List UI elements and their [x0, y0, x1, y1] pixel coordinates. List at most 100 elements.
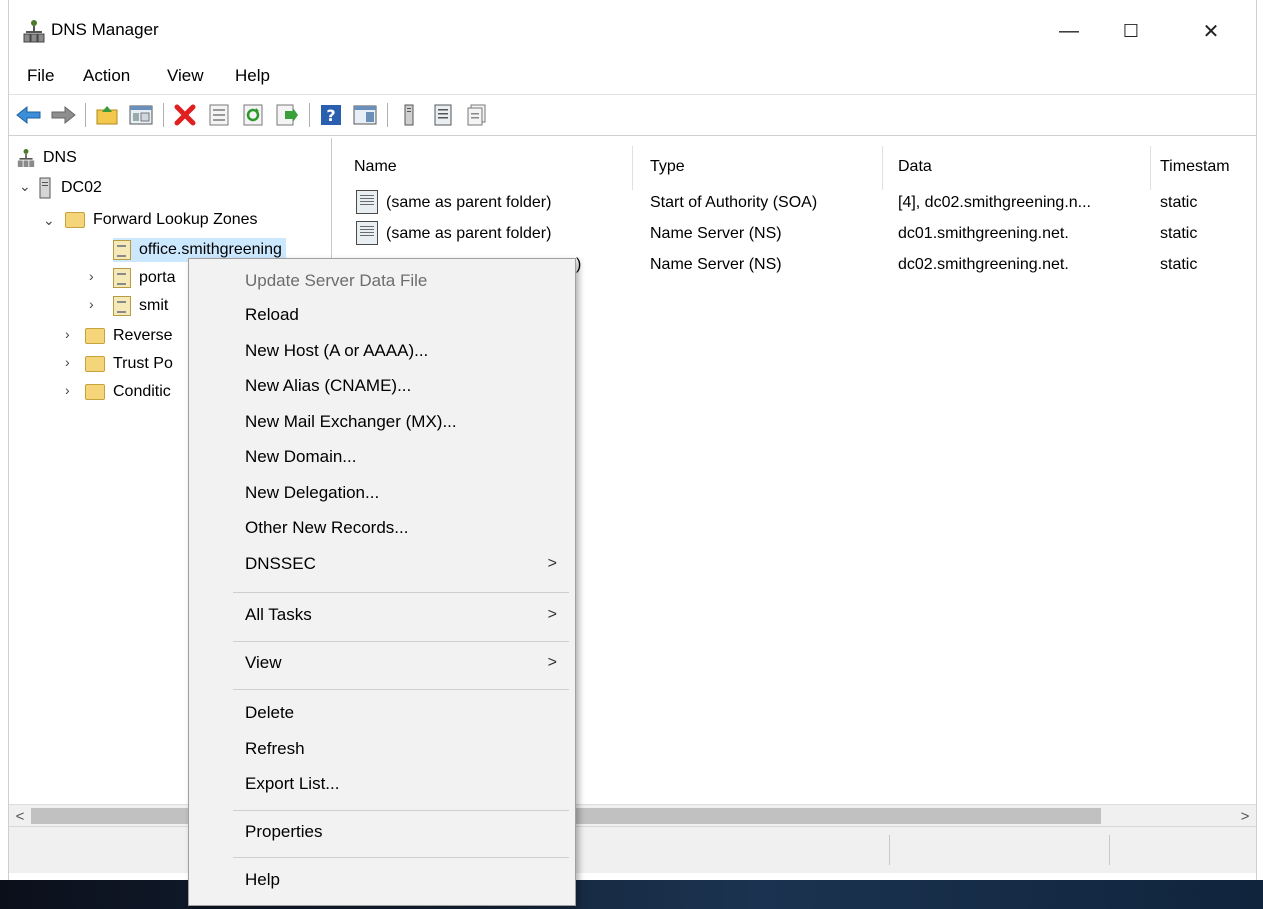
submenu-arrow-icon: > — [547, 555, 557, 572]
forward-icon[interactable] — [49, 101, 77, 129]
column-header-data[interactable]: Data — [898, 158, 932, 176]
folder-icon — [85, 384, 105, 400]
menu-file[interactable]: File — [27, 66, 54, 86]
tree-label: Trust Po — [113, 355, 173, 372]
menu-item-reload[interactable]: Reload — [245, 305, 299, 325]
menu-item-other-new-records[interactable]: Other New Records... — [245, 518, 408, 538]
status-divider — [889, 835, 890, 865]
column-divider[interactable] — [1150, 146, 1151, 190]
help-icon[interactable]: ? — [317, 101, 345, 129]
zone-icon — [113, 268, 131, 288]
status-divider — [1109, 835, 1110, 865]
menu-item-new-domain[interactable]: New Domain... — [245, 447, 356, 467]
tree-node-server[interactable]: DC02 — [39, 176, 102, 200]
toolbar-separator — [387, 103, 388, 127]
export-icon[interactable] — [273, 101, 301, 129]
column-header-timestamp[interactable]: Timestam — [1160, 158, 1230, 176]
title-bar: DNS Manager — ☐ ✕ — [9, 0, 1256, 62]
server-icon[interactable] — [395, 101, 423, 129]
menu-item-refresh[interactable]: Refresh — [245, 739, 305, 759]
chevron-right-icon[interactable]: › — [65, 326, 70, 342]
action-pane-icon[interactable] — [351, 101, 379, 129]
tree-node-reverse[interactable]: Reverse — [85, 324, 173, 348]
tree-label: smit — [139, 297, 169, 314]
column-divider[interactable] — [632, 146, 633, 190]
context-menu: Update Server Data File Reload New Host … — [188, 258, 576, 906]
chevron-right-icon[interactable]: › — [89, 296, 94, 312]
record-icon — [356, 190, 378, 214]
column-header-type[interactable]: Type — [650, 158, 685, 176]
menu-help[interactable]: Help — [235, 66, 270, 86]
menu-item-view[interactable]: View — [245, 653, 282, 673]
folder-icon — [85, 356, 105, 372]
record-timestamp: static — [1160, 225, 1198, 242]
menu-item-delete[interactable]: Delete — [245, 703, 294, 723]
record-type: Start of Authority (SOA) — [650, 194, 818, 211]
record-data: [4], dc02.smithgreening.n... — [898, 194, 1091, 211]
tree-node-trust-points[interactable]: Trust Po — [85, 352, 173, 376]
dns-icon — [17, 149, 35, 167]
show-hide-tree-icon[interactable] — [127, 101, 155, 129]
menu-item-export-list[interactable]: Export List... — [245, 774, 339, 794]
toolbar-separator — [309, 103, 310, 127]
dns-app-icon — [23, 20, 45, 43]
tree-node-forward-lookup-zones[interactable]: Forward Lookup Zones — [65, 208, 258, 232]
menu-item-new-delegation[interactable]: New Delegation... — [245, 483, 379, 503]
folder-icon — [85, 328, 105, 344]
menu-item-new-alias[interactable]: New Alias (CNAME)... — [245, 376, 411, 396]
up-folder-icon[interactable] — [93, 101, 121, 129]
back-icon[interactable] — [15, 101, 43, 129]
svg-text:?: ? — [326, 106, 335, 125]
record-type: Name Server (NS) — [650, 256, 782, 273]
menu-item-new-mail-exchanger[interactable]: New Mail Exchanger (MX)... — [245, 412, 457, 432]
tree-label: DC02 — [61, 179, 102, 196]
close-button[interactable]: ✕ — [1181, 10, 1241, 52]
record-name[interactable]: (same as parent folder) — [386, 194, 551, 212]
tree-node-zone-smit[interactable]: smit — [113, 294, 168, 318]
window-title: DNS Manager — [51, 20, 159, 39]
records-icon[interactable] — [463, 101, 491, 129]
submenu-arrow-icon: > — [547, 606, 557, 623]
menu-item-new-host[interactable]: New Host (A or AAAA)... — [245, 341, 428, 361]
record-type: Name Server (NS) — [650, 225, 782, 242]
record-name[interactable]: ) — [576, 256, 581, 274]
record-name[interactable]: (same as parent folder) — [386, 225, 551, 243]
menu-item-help[interactable]: Help — [245, 870, 280, 890]
tree-label: office.smithgreening — [139, 241, 282, 258]
tree-node-conditional[interactable]: Conditic — [85, 380, 171, 404]
menu-item-all-tasks[interactable]: All Tasks — [245, 605, 312, 625]
tree-label: Reverse — [113, 327, 173, 344]
zone-icon — [113, 296, 131, 316]
chevron-right-icon[interactable]: › — [65, 382, 70, 398]
toolbar-separator — [163, 103, 164, 127]
record-timestamp: static — [1160, 194, 1198, 211]
refresh-icon[interactable] — [239, 101, 267, 129]
minimize-button[interactable]: — — [1039, 10, 1099, 52]
properties-icon[interactable] — [205, 101, 233, 129]
chevron-right-icon[interactable]: › — [65, 354, 70, 370]
chevron-down-icon[interactable]: ⌄ — [43, 212, 55, 229]
submenu-arrow-icon: > — [547, 654, 557, 671]
record-data: dc02.smithgreening.net. — [898, 256, 1069, 273]
column-divider[interactable] — [882, 146, 883, 190]
zone-icon — [113, 240, 131, 260]
menu-bar: File Action View Help — [9, 62, 1256, 94]
scroll-right-button[interactable]: > — [1234, 805, 1256, 827]
chevron-right-icon[interactable]: › — [89, 268, 94, 284]
menu-separator — [233, 689, 569, 690]
toolbar: ? — [9, 94, 1256, 136]
record-data: dc01.smithgreening.net. — [898, 225, 1069, 242]
tree-node-zone-porta[interactable]: porta — [113, 266, 175, 290]
menu-action[interactable]: Action — [83, 66, 130, 86]
maximize-button[interactable]: ☐ — [1101, 10, 1161, 52]
tree-node-dns[interactable]: DNS — [17, 146, 77, 170]
delete-icon[interactable] — [171, 101, 199, 129]
menu-item-dnssec[interactable]: DNSSEC — [245, 554, 316, 574]
list-icon[interactable] — [429, 101, 457, 129]
column-header-name[interactable]: Name — [354, 158, 397, 176]
chevron-down-icon[interactable]: ⌄ — [19, 178, 31, 195]
menu-view[interactable]: View — [167, 66, 204, 86]
scroll-left-button[interactable]: < — [9, 805, 31, 827]
menu-item-properties[interactable]: Properties — [245, 822, 322, 842]
toolbar-separator — [85, 103, 86, 127]
